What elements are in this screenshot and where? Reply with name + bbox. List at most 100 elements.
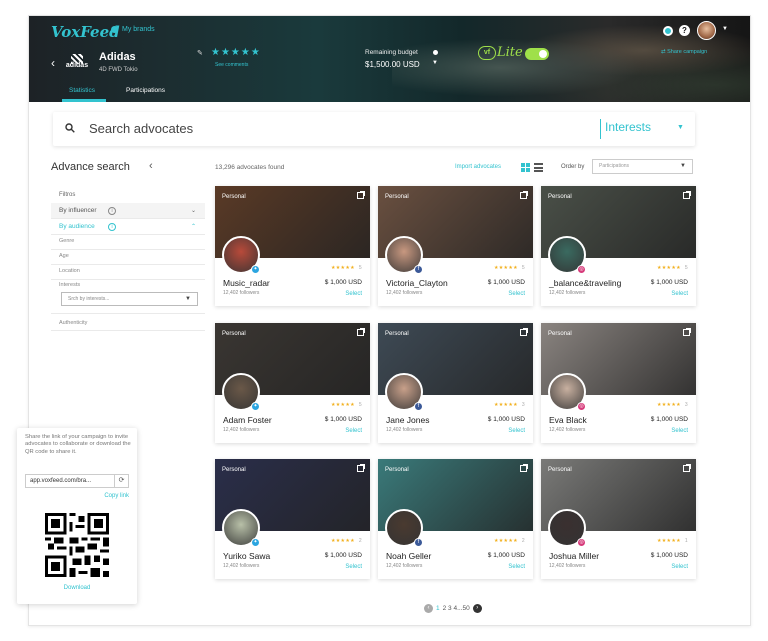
advocate-card[interactable]: Personal ◎ ★★★★★ 1 Joshua Miller 12,402 follo… <box>541 459 696 579</box>
filter-by-influencer-label: By influencer <box>59 207 97 214</box>
select-advocate-button[interactable]: Select <box>508 564 525 570</box>
external-link-icon[interactable] <box>683 464 691 472</box>
advocate-card[interactable]: Personal ◎ ★★★★★ 3 Eva Black 12,402 followers… <box>541 323 696 443</box>
advocate-card[interactable]: Personal ◎ ★★★★★ 5 _balance&traveling 12,402 … <box>541 186 696 306</box>
voxfeed-logo[interactable]: VoxFeed <box>51 23 120 41</box>
select-advocate-button[interactable]: Select <box>508 428 525 434</box>
edit-icon[interactable]: ✎ <box>197 49 203 57</box>
advocate-rating: ★★★★★ 5 <box>331 265 362 271</box>
select-advocate-button[interactable]: Select <box>345 564 362 570</box>
select-advocate-button[interactable]: Select <box>345 428 362 434</box>
advocate-rating: ★★★★★ 2 <box>494 538 525 544</box>
tab-statistics[interactable]: Statistics <box>69 87 95 94</box>
advocate-card[interactable]: Personal ✦ ★★★★★ 5 Music_radar 12,402 followe… <box>215 186 370 306</box>
select-advocate-button[interactable]: Select <box>671 564 688 570</box>
qr-code <box>45 513 109 577</box>
card-tag: Personal <box>222 467 246 473</box>
external-link-icon[interactable] <box>520 328 528 336</box>
collapse-sidebar-icon[interactable]: ‹ <box>149 160 153 172</box>
user-avatar[interactable] <box>697 21 716 40</box>
external-link-icon[interactable] <box>357 464 365 472</box>
advocate-rating: ★★★★★ 5 <box>331 402 362 408</box>
notifications-icon[interactable] <box>663 26 673 36</box>
advocate-card[interactable]: Personal ✦ ★★★★★ 5 Adam Foster 12,402 followe… <box>215 323 370 443</box>
next-page-icon[interactable]: › <box>472 604 482 613</box>
card-tag: Personal <box>222 194 246 200</box>
advocate-name[interactable]: Joshua Miller <box>549 551 599 561</box>
refresh-icon[interactable]: ⟳ <box>114 475 128 487</box>
card-tag: Personal <box>222 331 246 337</box>
budget-dropdown-icon[interactable]: ▼ <box>432 60 438 66</box>
advocate-search-bar[interactable]: Search advocates Interests ▼ <box>53 112 695 146</box>
select-advocate-button[interactable]: Select <box>508 291 525 297</box>
facebook-icon: f <box>414 265 423 274</box>
my-brands-link[interactable]: My brands <box>111 26 155 33</box>
advocate-rating: ★★★★★ 5 <box>494 265 525 271</box>
filter-authenticity[interactable]: Authenticity <box>59 320 87 326</box>
user-menu-chevron-icon[interactable]: ▼ <box>722 26 728 32</box>
filter-location[interactable]: Location <box>59 268 80 274</box>
external-link-icon[interactable] <box>520 191 528 199</box>
external-link-icon[interactable] <box>357 328 365 336</box>
filter-by-audience-label: By audience <box>59 223 95 230</box>
advocate-card[interactable]: Personal f ★★★★★ 2 Noah Geller 12,402 followe… <box>378 459 533 579</box>
campaign-link-value: app.voxfeed.com/bra... <box>30 478 92 484</box>
prev-page-icon[interactable]: ‹ <box>424 604 433 613</box>
plan-toggle[interactable] <box>525 48 549 60</box>
advocate-name[interactable]: _balance&traveling <box>549 278 621 288</box>
budget-value: $1,500.00 USD <box>365 60 420 69</box>
chevron-down-icon: ⌄ <box>191 208 197 214</box>
filter-by-audience[interactable]: By audience i ⌃ <box>51 219 205 235</box>
campaign-link-field[interactable]: app.voxfeed.com/bra... ⟳ <box>25 474 129 488</box>
tab-participations[interactable]: Participations <box>126 87 165 94</box>
budget-info-icon[interactable] <box>433 50 438 55</box>
advocate-card[interactable]: Personal f ★★★★★ 3 Jane Jones 12,402 follower… <box>378 323 533 443</box>
select-advocate-button[interactable]: Select <box>671 291 688 297</box>
rating-value: 3 <box>521 402 525 408</box>
select-advocate-button[interactable]: Select <box>345 291 362 297</box>
copy-link-button[interactable]: Copy link <box>104 493 129 499</box>
external-link-icon[interactable] <box>357 191 365 199</box>
filters-label: Filtros <box>59 192 76 198</box>
page-list[interactable]: 2 3 4...50 <box>443 605 470 612</box>
back-arrow-icon[interactable]: ‹ <box>51 56 55 70</box>
external-link-icon[interactable] <box>520 464 528 472</box>
advocate-name[interactable]: Yuriko Sawa <box>223 551 270 561</box>
interests-filter-dropdown[interactable]: Interests <box>605 120 651 134</box>
external-link-icon[interactable] <box>683 328 691 336</box>
select-advocate-button[interactable]: Select <box>671 428 688 434</box>
filter-age[interactable]: Age <box>59 253 69 259</box>
twitter-icon: ✦ <box>251 402 260 411</box>
search-icon <box>65 123 75 133</box>
info-icon[interactable]: i <box>108 207 116 215</box>
advocate-name[interactable]: Music_radar <box>223 278 270 288</box>
filter-interests[interactable]: Interests <box>59 282 80 288</box>
import-advocates-link[interactable]: Import advocates <box>455 164 501 170</box>
advocate-card[interactable]: Personal ✦ ★★★★★ 2 Yuriko Sawa 12,402 followe… <box>215 459 370 579</box>
my-brands-label: My brands <box>122 26 155 33</box>
advocate-card[interactable]: Personal f ★★★★★ 5 Victoria_Clayton 12,402 fo… <box>378 186 533 306</box>
chevron-down-icon[interactable]: ▼ <box>677 124 684 131</box>
advocate-price: $ 1,000 USD <box>324 416 362 423</box>
external-link-icon[interactable] <box>683 191 691 199</box>
search-input[interactable]: Search advocates <box>89 121 193 136</box>
share-campaign-link[interactable]: ⇄ Share campaign <box>661 49 707 55</box>
filter-by-influencer[interactable]: By influencer i ⌄ <box>51 203 205 219</box>
list-view-icon[interactable] <box>534 163 543 172</box>
advocate-name[interactable]: Jane Jones <box>386 415 429 425</box>
advocate-name[interactable]: Eva Black <box>549 415 587 425</box>
advocate-name[interactable]: Adam Foster <box>223 415 272 425</box>
see-comments-link[interactable]: See comments <box>215 62 248 68</box>
advocate-name[interactable]: Noah Geller <box>386 551 431 561</box>
download-qr-button[interactable]: Download <box>17 585 137 591</box>
filter-genre[interactable]: Genre <box>59 238 74 244</box>
interests-search-select[interactable]: Srch by interests... ▼ <box>61 292 198 306</box>
help-icon[interactable]: ? <box>679 25 690 36</box>
page-current[interactable]: 1 <box>436 605 440 612</box>
info-icon[interactable]: i <box>108 223 116 231</box>
grid-view-icon[interactable] <box>521 163 530 172</box>
advocate-name[interactable]: Victoria_Clayton <box>386 278 448 288</box>
share-campaign-panel: Share the link of your campaign to invit… <box>17 428 137 604</box>
divider <box>51 330 205 331</box>
order-by-select[interactable]: Participations ▼ <box>592 159 693 174</box>
